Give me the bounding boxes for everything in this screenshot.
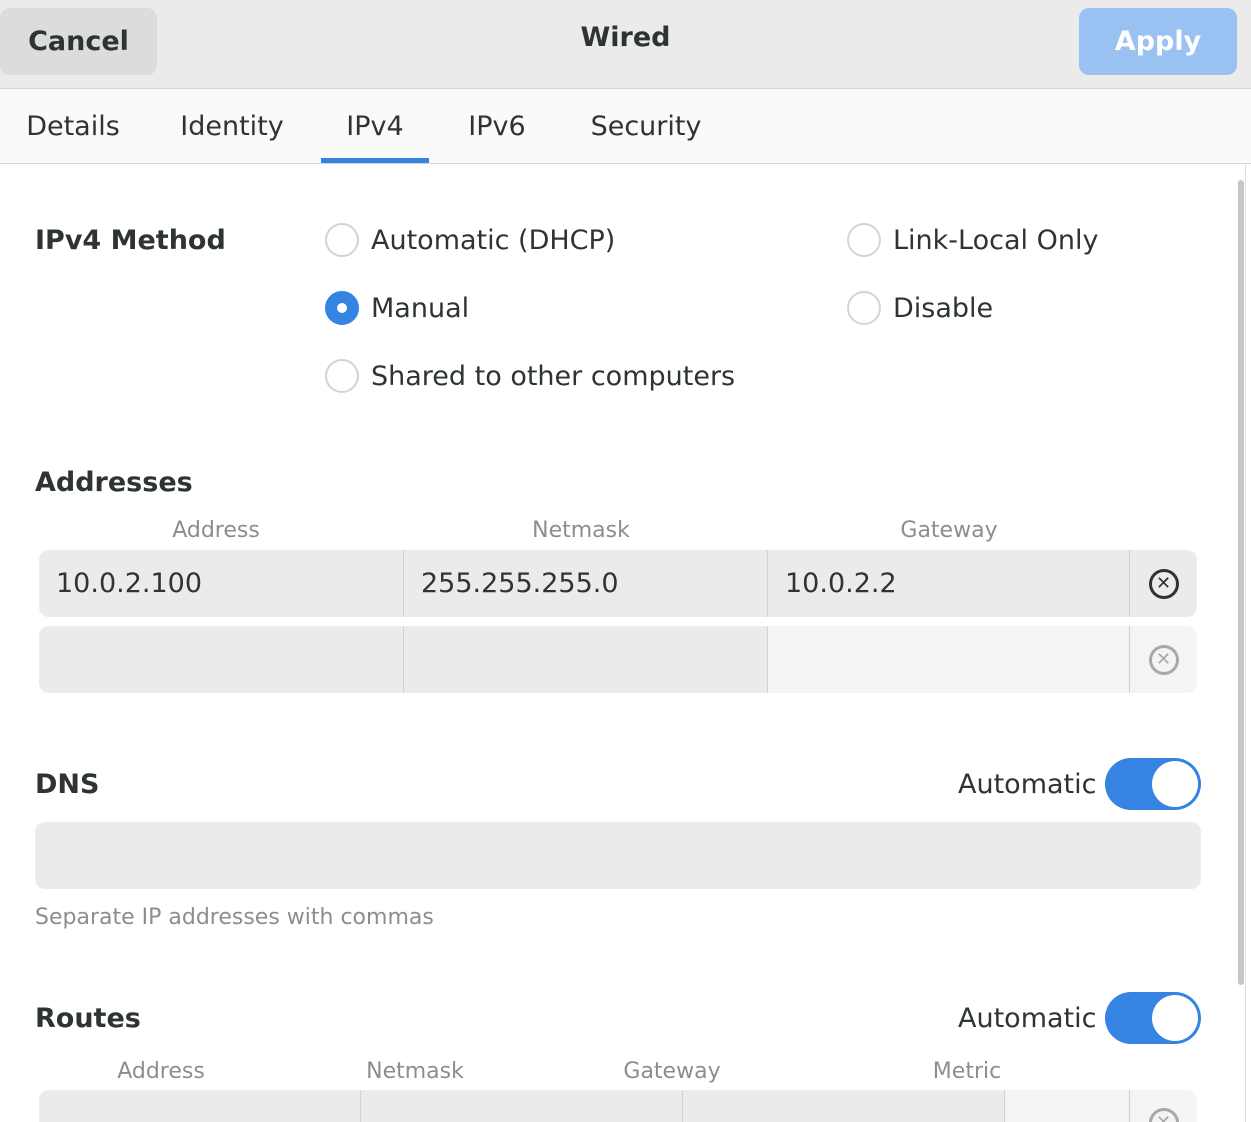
addresses-heading: Addresses — [35, 467, 193, 498]
addresses-col-address: Address — [172, 518, 260, 543]
radio-label: Shared to other computers — [371, 360, 736, 392]
radio-circle-icon — [847, 291, 881, 325]
apply-button[interactable]: Apply — [1079, 8, 1237, 75]
delete-route-button[interactable]: ✕ — [1130, 1090, 1197, 1122]
ipv4-method-label: IPv4 Method — [35, 225, 226, 256]
switch-knob — [1152, 761, 1198, 807]
tab-security[interactable]: Security — [578, 89, 714, 163]
dns-hint: Separate IP addresses with commas — [35, 905, 434, 930]
radio-circle-icon — [847, 223, 881, 257]
route-metric-field[interactable] — [1005, 1090, 1130, 1122]
delete-address-button[interactable]: ✕ — [1130, 626, 1197, 693]
address-row-empty: ✕ — [39, 626, 1197, 693]
radio-circle-icon — [325, 359, 359, 393]
routes-automatic-switch[interactable] — [1105, 992, 1201, 1044]
dns-automatic-label: Automatic — [958, 769, 1097, 800]
gateway-field[interactable] — [768, 626, 1130, 693]
route-netmask-field[interactable] — [361, 1090, 683, 1122]
tab-bar: Details Identity IPv4 IPv6 Security — [0, 89, 1251, 164]
addresses-col-gateway: Gateway — [900, 518, 998, 543]
radio-label: Manual — [371, 292, 470, 324]
scrollbar[interactable] — [1238, 180, 1244, 985]
route-row: ✕ — [39, 1090, 1197, 1122]
routes-col-metric: Metric — [932, 1059, 1002, 1084]
tab-ipv4[interactable]: IPv4 — [321, 89, 429, 163]
radio-circle-icon — [325, 223, 359, 257]
routes-col-gateway: Gateway — [623, 1059, 721, 1084]
netmask-field[interactable] — [404, 626, 768, 693]
remove-circle-icon: ✕ — [1148, 568, 1179, 599]
remove-circle-icon: ✕ — [1148, 644, 1179, 675]
radio-checked-icon — [325, 291, 359, 325]
routes-col-netmask: Netmask — [366, 1059, 464, 1084]
remove-circle-icon: ✕ — [1148, 1108, 1179, 1122]
routes-col-address: Address — [117, 1059, 205, 1084]
window-edge — [1245, 164, 1246, 1122]
radio-label: Link-Local Only — [893, 224, 1099, 256]
radio-automatic-dhcp[interactable]: Automatic (DHCP) — [325, 223, 615, 257]
dns-automatic-switch[interactable] — [1105, 758, 1201, 810]
dns-heading: DNS — [35, 769, 100, 800]
radio-manual[interactable]: Manual — [325, 291, 469, 325]
radio-label: Automatic (DHCP) — [371, 224, 616, 256]
tab-details[interactable]: Details — [12, 89, 134, 163]
address-field[interactable] — [39, 626, 404, 693]
routes-automatic-label: Automatic — [958, 1003, 1097, 1034]
radio-disable[interactable]: Disable — [847, 291, 993, 325]
netmask-field[interactable]: 255.255.255.0 — [404, 550, 768, 617]
route-gateway-field[interactable] — [683, 1090, 1005, 1122]
address-field[interactable]: 10.0.2.100 — [39, 550, 404, 617]
switch-knob — [1152, 995, 1198, 1041]
delete-address-button[interactable]: ✕ — [1130, 550, 1197, 617]
route-address-field[interactable] — [39, 1090, 361, 1122]
tab-ipv6[interactable]: IPv6 — [452, 89, 542, 163]
addresses-col-netmask: Netmask — [532, 518, 630, 543]
dialog-title: Wired — [580, 22, 671, 53]
routes-heading: Routes — [35, 1003, 141, 1034]
gateway-field[interactable]: 10.0.2.2 — [768, 550, 1130, 617]
radio-shared[interactable]: Shared to other computers — [325, 359, 735, 393]
radio-link-local-only[interactable]: Link-Local Only — [847, 223, 1098, 257]
tab-identity[interactable]: Identity — [168, 89, 296, 163]
dns-input[interactable] — [35, 822, 1201, 889]
radio-label: Disable — [893, 292, 994, 324]
address-row: 10.0.2.100 255.255.255.0 10.0.2.2 ✕ — [39, 550, 1197, 617]
header-bar: Cancel Wired Apply — [0, 0, 1251, 89]
